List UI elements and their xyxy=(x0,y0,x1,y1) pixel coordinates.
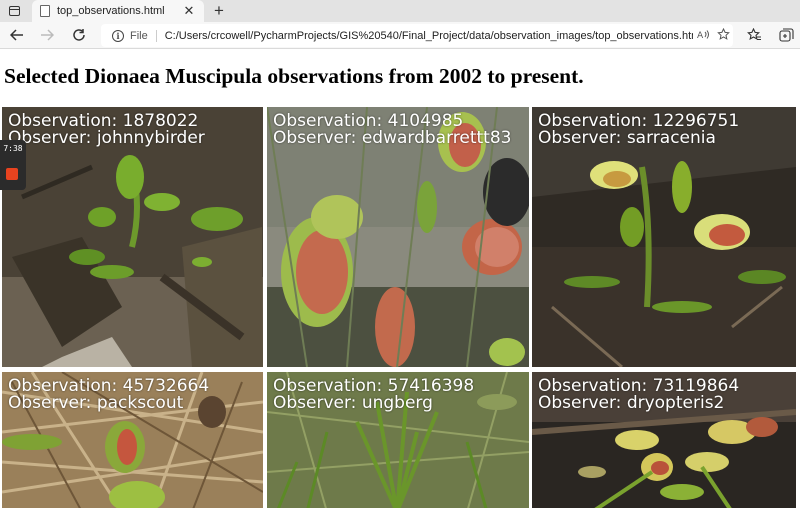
observation-caption: Observation: 4104985 Observer: edwardbar… xyxy=(273,113,511,147)
browser-toolbar: i File C:/Users/crcowell/PycharmProjects… xyxy=(0,22,800,49)
observation-card[interactable]: Observation: 45732664 Observer: packscou… xyxy=(2,372,263,508)
favorites-icon[interactable] xyxy=(744,26,764,44)
svg-text:A: A xyxy=(697,31,704,40)
page-icon xyxy=(40,5,50,17)
read-aloud-icon[interactable]: A xyxy=(693,29,713,43)
observation-caption: Observation: 45732664 Observer: packscou… xyxy=(8,378,209,412)
observer-name: Observer: dryopteris2 xyxy=(538,393,725,413)
observer-name: Observer: edwardbarrettt83 xyxy=(273,128,512,148)
observer-name: Observer: ungberg xyxy=(273,393,433,413)
observer-name: Observer: sarracenia xyxy=(538,128,716,148)
observer-name: Observer: johnnybirder xyxy=(8,128,205,148)
address-scheme: File xyxy=(130,29,157,42)
close-tab-icon[interactable]: ✕ xyxy=(182,3,196,19)
observation-caption: Observation: 73119864 Observer: dryopter… xyxy=(538,378,739,412)
forward-arrow-icon[interactable] xyxy=(36,25,58,45)
observation-card[interactable]: Observation: 1878022 Observer: johnnybir… xyxy=(2,107,263,367)
back-arrow-icon[interactable] xyxy=(6,25,28,45)
observation-caption: Observation: 57416398 Observer: ungberg xyxy=(273,378,474,412)
new-tab-button[interactable]: + xyxy=(209,1,229,21)
address-url[interactable]: C:/Users/crcowell/PycharmProjects/GIS%20… xyxy=(165,30,693,42)
tab-strip: top_observations.html ✕ + xyxy=(0,0,800,22)
add-favorite-icon[interactable] xyxy=(713,27,733,44)
tab-title: top_observations.html xyxy=(57,5,165,17)
recording-widget[interactable]: 7:38 xyxy=(0,140,26,190)
page-title: Selected Dionaea Muscipula observations … xyxy=(4,64,584,88)
observation-caption: Observation: 12296751 Observer: sarracen… xyxy=(538,113,739,147)
collections-icon[interactable] xyxy=(776,26,796,44)
refresh-icon[interactable] xyxy=(68,25,90,45)
window-icon[interactable] xyxy=(4,2,24,20)
observation-card[interactable]: Observation: 57416398 Observer: ungberg xyxy=(267,372,529,508)
observer-name: Observer: packscout xyxy=(8,393,184,413)
observation-caption: Observation: 1878022 Observer: johnnybir… xyxy=(8,113,205,147)
observation-card[interactable]: Observation: 12296751 Observer: sarracen… xyxy=(532,107,796,367)
observation-card[interactable]: Observation: 73119864 Observer: dryopter… xyxy=(532,372,796,508)
tab-top-observations[interactable]: top_observations.html ✕ xyxy=(32,0,204,22)
recording-time: 7:38 xyxy=(3,144,23,153)
stop-recording-icon[interactable] xyxy=(6,168,18,180)
address-bar[interactable]: i File C:/Users/crcowell/PycharmProjects… xyxy=(101,24,733,47)
observation-card[interactable]: Observation: 4104985 Observer: edwardbar… xyxy=(267,107,529,367)
info-icon[interactable]: i xyxy=(112,29,124,42)
